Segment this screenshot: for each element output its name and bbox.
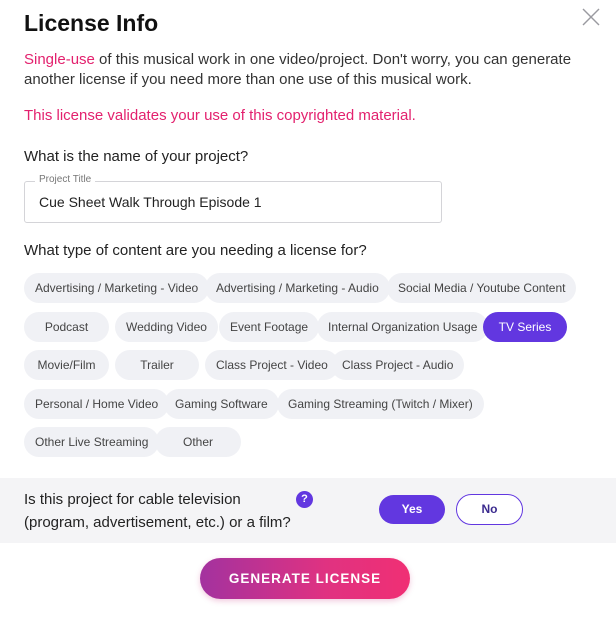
content-option-other-live-streaming[interactable]: Other Live Streaming: [24, 427, 160, 457]
no-button[interactable]: No: [456, 494, 523, 525]
content-type-question: What type of content are you needing a l…: [24, 242, 367, 259]
close-icon[interactable]: [580, 6, 602, 28]
description-text: of this musical work in one video/projec…: [24, 51, 572, 88]
project-name-question: What is the name of your project?: [24, 148, 249, 165]
content-option-podcast[interactable]: Podcast: [24, 312, 109, 342]
content-option-tv-series[interactable]: TV Series: [483, 312, 567, 342]
content-option-personal-video[interactable]: Personal / Home Video: [24, 389, 170, 419]
page-title: License Info: [24, 10, 159, 36]
content-option-gaming-streaming[interactable]: Gaming Streaming (Twitch / Mixer): [277, 389, 484, 419]
content-option-internal-organization[interactable]: Internal Organization Usage: [317, 312, 489, 342]
cable-television-question: Is this project for cable television (pr…: [24, 491, 291, 531]
content-option-trailer[interactable]: Trailer: [115, 350, 199, 380]
content-option-event-footage[interactable]: Event Footage: [219, 312, 320, 342]
content-option-gaming-software[interactable]: Gaming Software: [164, 389, 279, 419]
single-use-highlight: Single-use: [24, 51, 95, 68]
content-option-class-video[interactable]: Class Project - Video: [205, 350, 339, 380]
project-title-field: Project Title: [24, 174, 442, 223]
project-title-input[interactable]: [25, 182, 441, 222]
content-option-class-audio[interactable]: Class Project - Audio: [331, 350, 465, 380]
content-option-wedding-video[interactable]: Wedding Video: [115, 312, 218, 342]
content-option-social-media[interactable]: Social Media / Youtube Content: [387, 273, 577, 303]
yes-button[interactable]: Yes: [379, 495, 445, 524]
content-option-movie-film[interactable]: Movie/Film: [24, 350, 109, 380]
license-description: Single-use of this musical work in one v…: [24, 50, 594, 90]
validation-notice: This license validates your use of this …: [24, 107, 416, 124]
content-option-advertising-audio[interactable]: Advertising / Marketing - Audio: [205, 273, 390, 303]
help-icon[interactable]: ?: [296, 491, 313, 508]
generate-license-button[interactable]: GENERATE LICENSE: [200, 558, 410, 599]
content-option-advertising-video[interactable]: Advertising / Marketing - Video: [24, 273, 210, 303]
content-option-other[interactable]: Other: [155, 427, 241, 457]
